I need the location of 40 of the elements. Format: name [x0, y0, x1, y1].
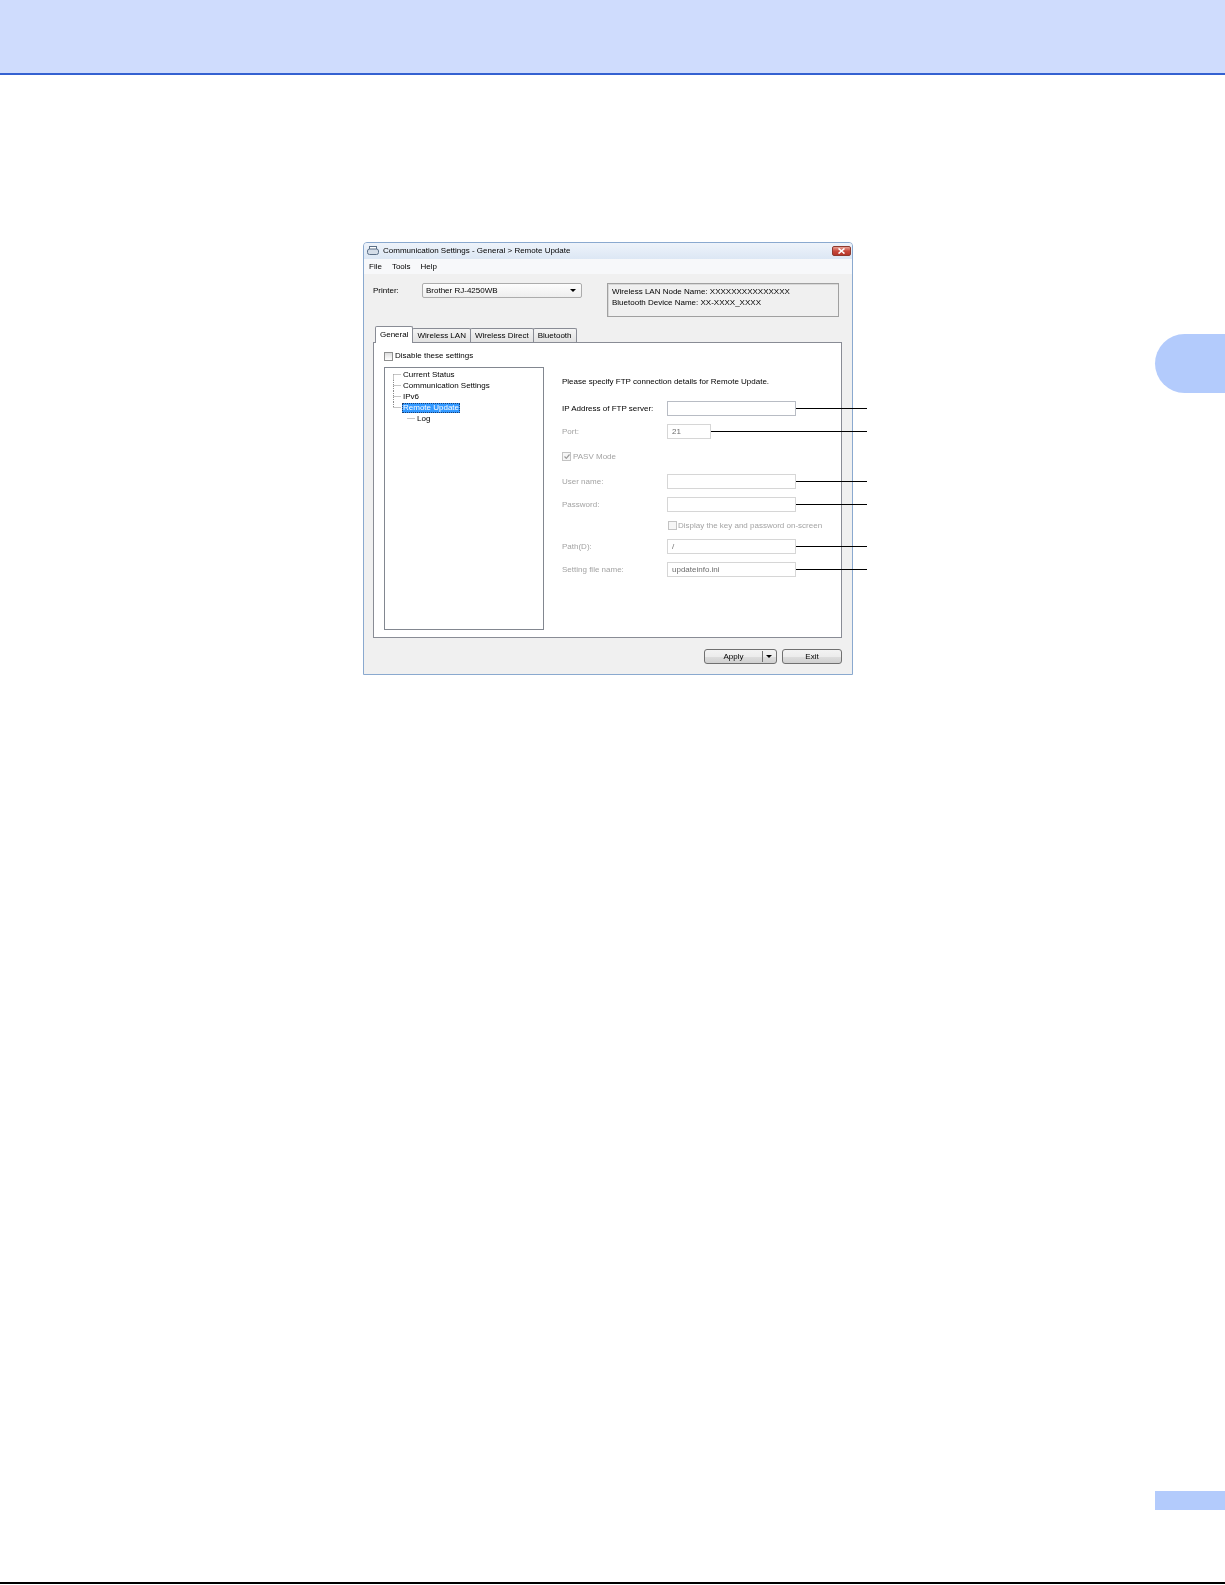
printer-icon — [367, 246, 379, 256]
field-label: Setting file name: — [562, 564, 625, 575]
tree-item[interactable]: IPv6 — [402, 391, 420, 402]
tree-item[interactable]: Current Status — [402, 369, 456, 380]
dialog-button[interactable]: Exit — [782, 649, 842, 664]
checkmark-icon — [563, 454, 570, 459]
page-number-marker — [1155, 1491, 1225, 1510]
checkbox-label[interactable]: Disable these settings — [395, 351, 474, 361]
printer-label: Printer: — [373, 285, 400, 297]
close-icon — [838, 248, 845, 254]
chapter-marker — [1155, 334, 1225, 393]
checkbox[interactable] — [384, 351, 393, 361]
field-label: IP Address of FTP server: — [562, 403, 655, 414]
field-label: Password: — [562, 499, 601, 510]
menu-item[interactable]: File — [364, 261, 387, 272]
split-button[interactable]: Apply — [704, 649, 777, 664]
tree-line-icon — [392, 380, 401, 391]
close-button[interactable] — [832, 246, 851, 256]
input-field[interactable] — [667, 474, 796, 489]
printer-dropdown[interactable]: Brother RJ-4250WB — [422, 283, 582, 298]
tab[interactable]: Wireless LAN — [412, 328, 471, 342]
caret-icon — [570, 289, 576, 292]
field-label: User name: — [562, 476, 605, 487]
instruction-text: Please specify FTP connection details for Remote Update. — [562, 377, 771, 387]
field-label: Port: — [562, 426, 580, 437]
input-field[interactable] — [667, 401, 796, 416]
input-field[interactable] — [667, 497, 796, 512]
tree-line-icon — [392, 391, 401, 402]
tab[interactable]: General — [375, 326, 414, 343]
tree-item[interactable]: Log — [416, 413, 432, 424]
tree-item[interactable]: Communication Settings — [402, 380, 491, 391]
tab[interactable]: Wireless Direct — [469, 328, 534, 342]
info-line: Wireless LAN Node Name: XXXXXXXXXXXXXXX — [612, 287, 791, 298]
tab[interactable]: Bluetooth — [532, 328, 577, 342]
caret-icon — [766, 655, 772, 658]
menu-item[interactable]: Help — [415, 261, 443, 272]
field-label: Path(D): — [562, 541, 593, 552]
window-title: Communication Settings - General > Remote Update — [383, 246, 572, 256]
info-line: Bluetooth Device Name: XX-XXXX_XXXX — [612, 297, 762, 308]
menu-item[interactable]: Tools — [386, 261, 416, 272]
